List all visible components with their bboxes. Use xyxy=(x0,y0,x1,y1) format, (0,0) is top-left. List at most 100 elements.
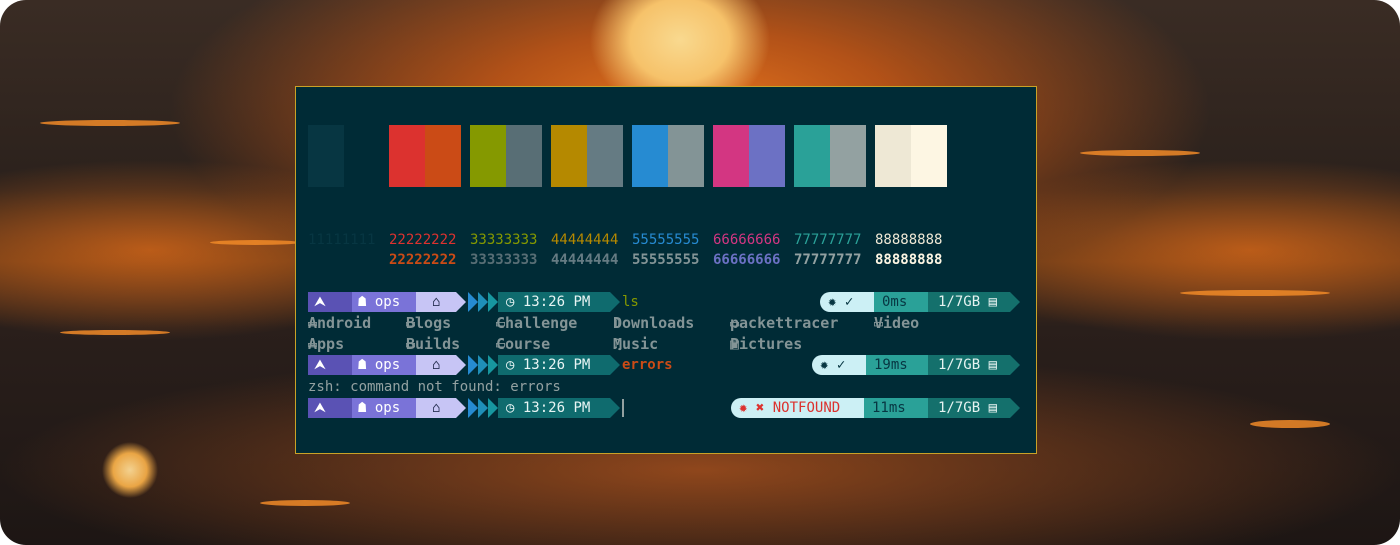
color-number: 66666666 xyxy=(713,252,781,268)
separator xyxy=(610,355,620,375)
command-duration: 19ms xyxy=(874,357,908,373)
separator xyxy=(488,355,498,375)
home-icon: ⌂ xyxy=(432,294,441,310)
wallpaper-ember xyxy=(260,500,350,506)
ghost-icon: ☗ xyxy=(358,294,367,310)
arch-logo-icon: ⮝ xyxy=(314,294,326,310)
os-segment: ⮝ xyxy=(308,355,352,375)
separator xyxy=(468,355,478,375)
color-number: 33333333 xyxy=(470,232,538,248)
prompt-time: 13:26 PM xyxy=(522,400,591,416)
prompt-time: 13:26 PM xyxy=(522,357,591,373)
color-swatch-bright xyxy=(587,125,623,187)
color-number: 77777777 xyxy=(794,232,862,248)
prompt-time: 13:26 PM xyxy=(522,294,591,310)
color-swatch-normal xyxy=(632,125,668,187)
wallpaper-ember xyxy=(60,330,170,335)
prompt-line: ⮝ ☗ ops ⌂ ◷ 13:26 PM ✹ ✖ NOTFOUND 11ms 1… xyxy=(308,398,1028,418)
separator xyxy=(610,398,620,418)
color-swatch-bright xyxy=(911,125,947,187)
wallpaper-ember xyxy=(1250,420,1330,428)
terminal-window[interactable]: 11111111 22222222 33333333 44444444 55555555… xyxy=(295,86,1037,454)
prompt-line: ⮝ ☗ ops ⌂ ◷ 13:26 PM errors ✹ ✓ 19ms 1/7… xyxy=(308,355,1028,375)
directory-segment: ⌂ xyxy=(416,398,456,418)
wallpaper-ember xyxy=(40,120,180,126)
segment-tail xyxy=(1010,292,1020,312)
arch-logo-icon: ⮝ xyxy=(314,400,326,416)
directory-segment: ⌂ xyxy=(416,292,456,312)
color-swatch-bright xyxy=(668,125,704,187)
status-mark: ✓ xyxy=(844,294,854,310)
color-number: 44444444 xyxy=(551,252,619,268)
memory-usage: 1/7GB xyxy=(938,357,981,373)
memory-icon: ▤ xyxy=(988,400,998,416)
separator xyxy=(456,292,466,312)
color-swatch-normal xyxy=(875,125,911,187)
color-number: 88888888 xyxy=(875,232,943,248)
segment-tail xyxy=(1010,398,1020,418)
memory-segment: 1/7GB ▤ xyxy=(928,292,1010,312)
command-duration: 0ms xyxy=(882,294,908,310)
color-swatch-normal xyxy=(389,125,425,187)
bug-icon: ✹ xyxy=(828,294,837,310)
ghost-icon: ☗ xyxy=(358,400,367,416)
separator xyxy=(456,398,466,418)
segment-tail xyxy=(1010,355,1020,375)
color-swatch-normal xyxy=(713,125,749,187)
separator xyxy=(478,398,488,418)
command-text: errors xyxy=(622,357,673,373)
color-number: 77777777 xyxy=(794,252,862,268)
user-segment: ☗ ops xyxy=(352,292,416,312)
memory-segment: 1/7GB ▤ xyxy=(928,355,1010,375)
clock-icon: ◷ xyxy=(506,357,515,373)
color-swatch-bright xyxy=(830,125,866,187)
color-swatch-bright xyxy=(506,125,542,187)
color-swatch-bright xyxy=(749,125,785,187)
time-segment: ◷ 13:26 PM xyxy=(498,292,610,312)
status-text: NOTFOUND xyxy=(772,400,841,416)
color-number: 66666666 xyxy=(713,232,781,248)
separator xyxy=(478,292,488,312)
duration-segment: 11ms xyxy=(864,398,938,418)
separator xyxy=(478,355,488,375)
arch-logo-icon: ⮝ xyxy=(314,357,326,373)
command-duration: 11ms xyxy=(872,400,906,416)
separator xyxy=(468,292,478,312)
clock-icon: ◷ xyxy=(506,400,515,416)
memory-usage: 1/7GB xyxy=(938,294,981,310)
separator xyxy=(468,398,478,418)
exit-status-segment: ✹ ✖ NOTFOUND xyxy=(731,398,871,418)
color-number: 22222222 xyxy=(389,252,457,268)
home-icon: ⌂ xyxy=(432,400,441,416)
ghost-icon: ☗ xyxy=(358,357,367,373)
time-segment: ◷ 13:26 PM xyxy=(498,398,610,418)
username: ops xyxy=(374,357,401,373)
ls-output-row: ▭ Android ▭ Blogs ▭ Challenge ⇩ Downloads ▭ p… xyxy=(308,314,920,332)
separator xyxy=(488,292,498,312)
color-swatch-normal xyxy=(308,125,344,187)
status-mark: ✖ xyxy=(755,400,765,416)
memory-icon: ▤ xyxy=(988,357,998,373)
color-number: 55555555 xyxy=(632,252,700,268)
bug-icon: ✹ xyxy=(739,400,748,416)
error-message: zsh: command not found: errors xyxy=(308,379,561,395)
command-text: ls xyxy=(622,294,639,310)
ls-output-row: ▭ Apps ▭ Builds ▭ Course ♫ Music ▣ Pictures xyxy=(308,335,803,353)
wallpaper-ember xyxy=(1180,290,1330,296)
separator xyxy=(610,292,620,312)
color-swatch-normal xyxy=(794,125,830,187)
prompt-line: ⮝ ☗ ops ⌂ ◷ 13:26 PM ls ✹ ✓ 0ms 1/7GB ▤ xyxy=(308,292,1028,312)
username: ops xyxy=(374,400,401,416)
username: ops xyxy=(374,294,401,310)
directory-segment: ⌂ xyxy=(416,355,456,375)
color-number: 55555555 xyxy=(632,232,700,248)
separator xyxy=(488,398,498,418)
os-segment: ⮝ xyxy=(308,398,352,418)
time-segment: ◷ 13:26 PM xyxy=(498,355,610,375)
color-swatch-bright xyxy=(425,125,461,187)
user-segment: ☗ ops xyxy=(352,355,416,375)
os-segment: ⮝ xyxy=(308,292,352,312)
separator xyxy=(456,355,466,375)
memory-icon: ▤ xyxy=(988,294,998,310)
text-cursor[interactable] xyxy=(622,399,624,417)
